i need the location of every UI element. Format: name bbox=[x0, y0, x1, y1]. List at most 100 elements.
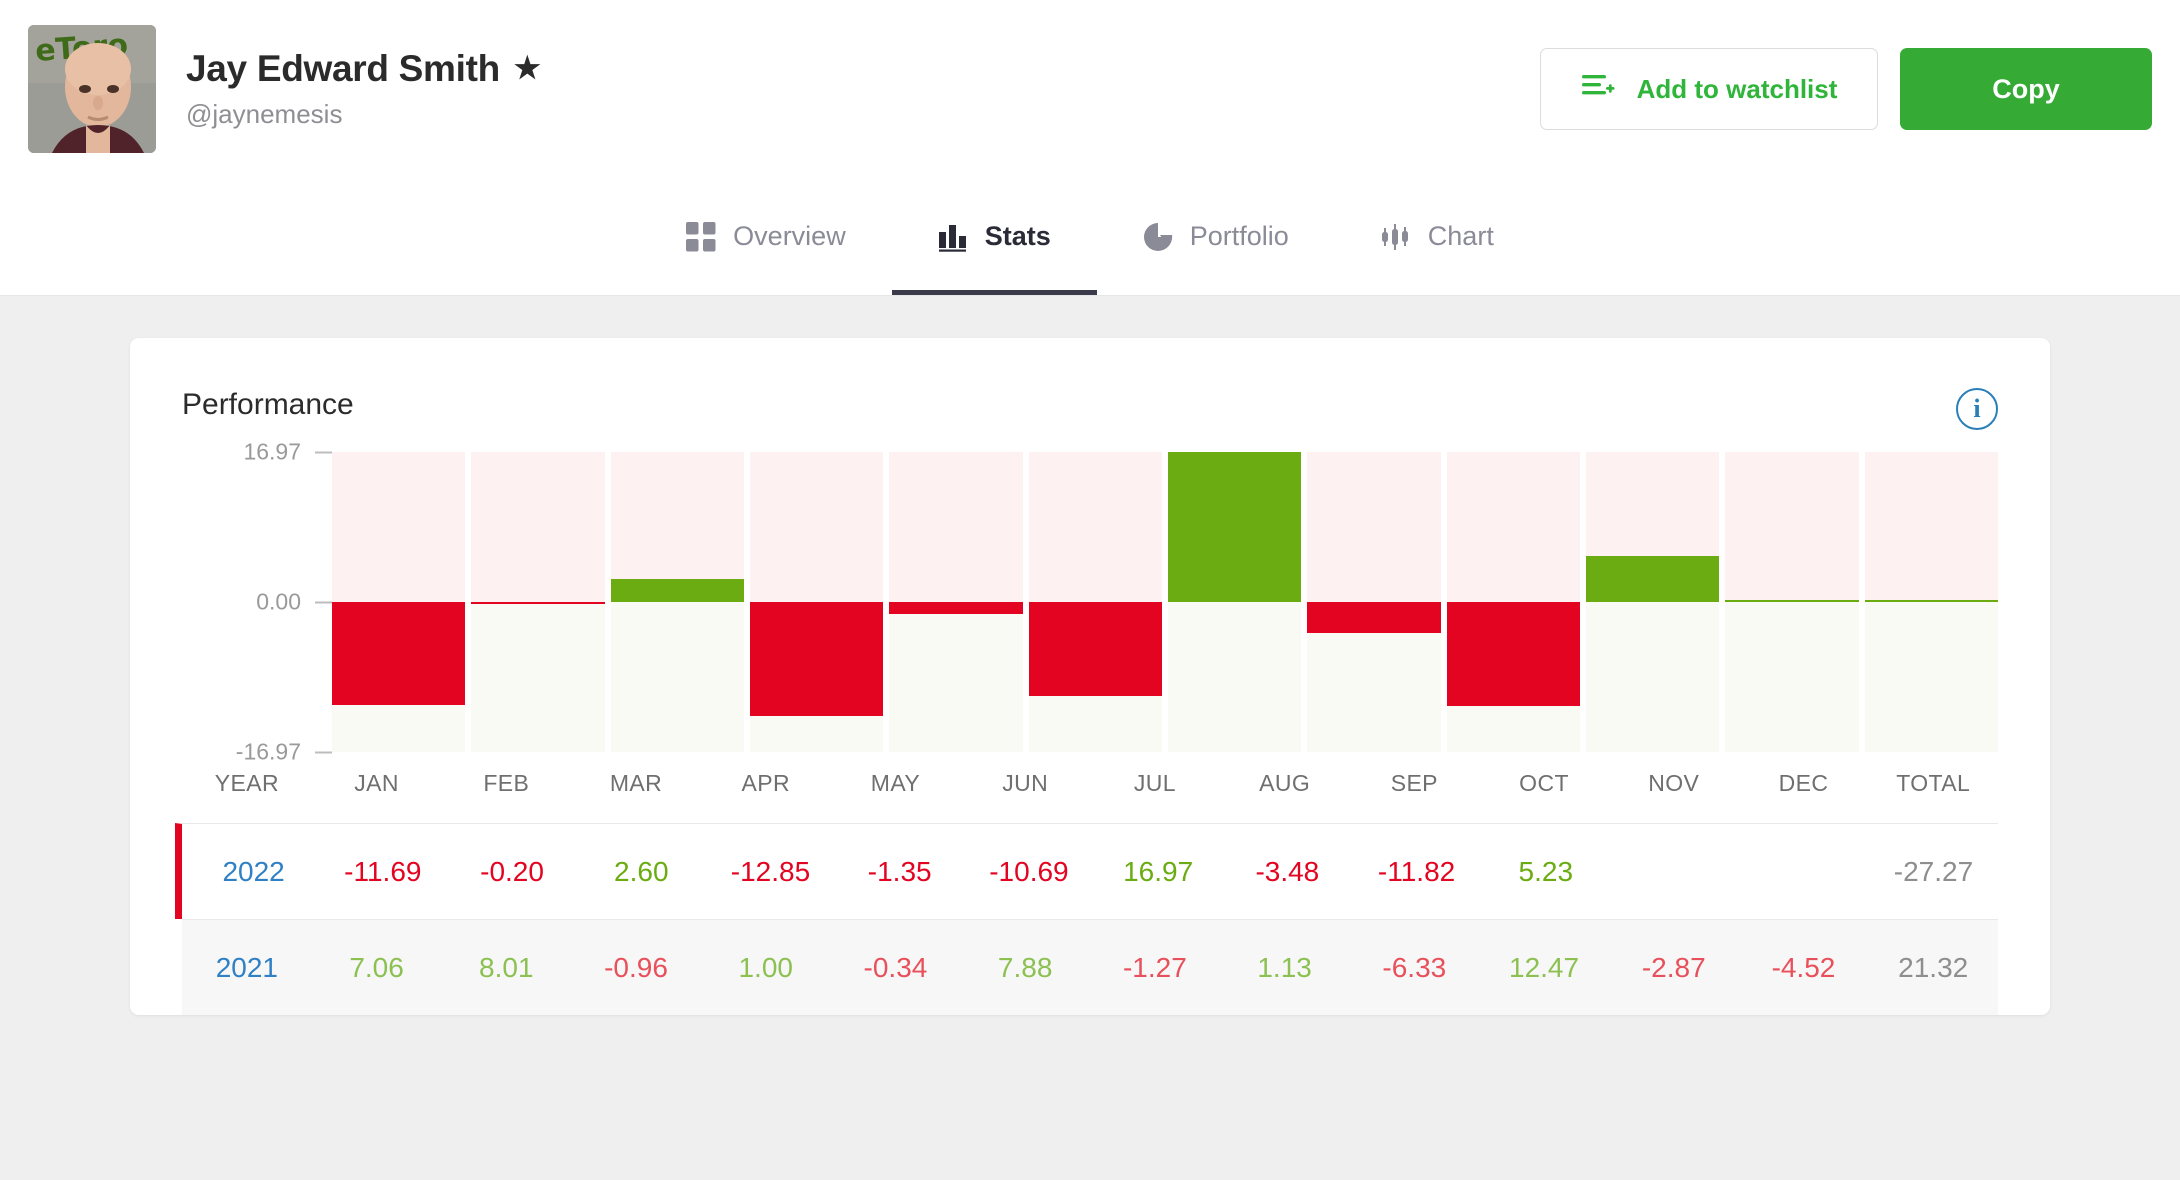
tab-chart[interactable]: Chart bbox=[1335, 178, 1540, 295]
column-header: SEP bbox=[1390, 770, 1438, 796]
add-to-watchlist-button[interactable]: Add to watchlist bbox=[1540, 48, 1878, 130]
chart-column-positive-band bbox=[1864, 452, 1998, 602]
chart-column-negative-band bbox=[1167, 602, 1302, 752]
y-axis-tick-label: -16.97 bbox=[235, 738, 301, 765]
tab-chart-label: Chart bbox=[1427, 221, 1494, 251]
performance-card-header: Performance i bbox=[130, 338, 2050, 430]
username: @jaynemesis bbox=[186, 99, 343, 130]
table-cell-month: -2.87 bbox=[1641, 951, 1706, 983]
chart-column[interactable] bbox=[1167, 452, 1302, 752]
chart-bar bbox=[332, 602, 466, 706]
chart-column-negative-band bbox=[1725, 602, 1859, 752]
table-cell-year[interactable]: 2022 bbox=[189, 856, 318, 888]
y-axis-tick: 16.97 bbox=[243, 439, 332, 466]
y-axis-tick: 0.00 bbox=[256, 589, 332, 616]
chart-bar bbox=[1446, 602, 1580, 707]
chart-column[interactable] bbox=[889, 452, 1023, 752]
chart-column-negative-band bbox=[471, 602, 605, 752]
display-name: Jay Edward Smith ★ bbox=[186, 48, 541, 91]
chart-column[interactable] bbox=[749, 452, 884, 752]
column-header: MAR bbox=[609, 770, 663, 796]
table-cell-month: -3.48 bbox=[1255, 855, 1320, 887]
table-cell-month: 2.60 bbox=[614, 855, 669, 887]
column-header: YEAR bbox=[214, 770, 279, 796]
chart-bar bbox=[1864, 600, 1998, 602]
table-cell-month: 16.97 bbox=[1123, 855, 1194, 887]
chart-column[interactable] bbox=[471, 452, 605, 752]
tab-portfolio-label: Portfolio bbox=[1189, 221, 1289, 251]
table-cell-month: -1.27 bbox=[1122, 951, 1187, 983]
column-header: DEC bbox=[1778, 770, 1829, 796]
table-cell-month: 1.13 bbox=[1257, 951, 1312, 983]
y-axis-tick-label: 0.00 bbox=[256, 588, 301, 615]
copy-button[interactable]: Copy bbox=[1900, 48, 2152, 130]
table-cell-year[interactable]: 2021 bbox=[182, 952, 312, 984]
column-header: JUL bbox=[1133, 770, 1176, 796]
chart-column[interactable] bbox=[1585, 452, 1720, 752]
table-cell-month: -6.33 bbox=[1382, 951, 1447, 983]
chart-column[interactable] bbox=[332, 452, 466, 752]
tab-overview-label: Overview bbox=[733, 221, 846, 251]
info-icon[interactable]: i bbox=[1956, 388, 1998, 430]
table-cell-month: -11.82 bbox=[1377, 855, 1456, 887]
chart-column-positive-band bbox=[749, 452, 884, 602]
table-cell-month: -4.52 bbox=[1771, 951, 1836, 983]
chart-column-negative-band bbox=[889, 602, 1023, 752]
table-cell-month: 7.06 bbox=[349, 951, 404, 983]
table-cell-month: 8.01 bbox=[479, 951, 534, 983]
chart-column[interactable] bbox=[610, 452, 744, 752]
profile-identity: Jay Edward Smith ★ @jaynemesis bbox=[186, 48, 541, 131]
avatar-image: eToro bbox=[28, 25, 156, 153]
table-cell-month: 12.47 bbox=[1509, 951, 1580, 983]
add-to-watchlist-label: Add to watchlist bbox=[1636, 73, 1838, 104]
candlestick-icon bbox=[1381, 222, 1411, 252]
column-header: TOTAL bbox=[1896, 770, 1971, 796]
y-axis-tick-dash bbox=[315, 601, 332, 603]
column-header: FEB bbox=[483, 770, 530, 796]
column-header: JAN bbox=[354, 770, 399, 796]
avatar[interactable]: eToro bbox=[28, 25, 156, 153]
chart-column-negative-band bbox=[1585, 602, 1720, 752]
performance-card: Performance i 16.97 0.00 -16.97 YEAR JAN FEB… bbox=[130, 338, 2050, 1015]
table-cell-month: -0.96 bbox=[604, 951, 668, 983]
column-header: MAY bbox=[870, 770, 921, 796]
table-cell-month: 7.88 bbox=[997, 951, 1053, 983]
chart-column-negative-band bbox=[610, 602, 744, 752]
chart-column-negative-band bbox=[1864, 602, 1998, 752]
tab-stats[interactable]: Stats bbox=[891, 178, 1097, 295]
chart-column-positive-band bbox=[332, 452, 466, 602]
pie-chart-icon bbox=[1143, 222, 1173, 252]
chart-column[interactable] bbox=[1725, 452, 1859, 752]
table-cell-month: 5.23 bbox=[1518, 855, 1574, 887]
table-cell-month: -10.69 bbox=[989, 855, 1069, 887]
grid-icon bbox=[686, 221, 716, 252]
table-cell-month: -1.35 bbox=[867, 855, 932, 887]
star-icon: ★ bbox=[513, 51, 541, 85]
chart-column-positive-band bbox=[1028, 452, 1162, 602]
column-header: NOV bbox=[1648, 770, 1700, 796]
chart-column-positive-band bbox=[1446, 452, 1580, 602]
list-plus-icon-svg bbox=[1581, 74, 1615, 94]
performance-table: 2022 -11.69 -0.20 2.60 -12.85 -1.35 -10.69 16.9… bbox=[130, 797, 2050, 1015]
table-cell-month: -11.69 bbox=[344, 855, 422, 887]
header-actions: Add to watchlist Copy bbox=[1540, 48, 2152, 130]
column-header: JUN bbox=[1002, 770, 1049, 796]
column-header: AUG bbox=[1259, 770, 1311, 796]
chart-bar bbox=[1028, 602, 1162, 697]
chart-bar bbox=[1585, 555, 1720, 602]
chart-column[interactable] bbox=[1864, 452, 1998, 752]
chart-column[interactable] bbox=[1307, 452, 1441, 752]
tab-overview[interactable]: Overview bbox=[640, 178, 892, 295]
display-name-text: Jay Edward Smith bbox=[186, 47, 500, 89]
table-row[interactable]: 2022 -11.69 -0.20 2.60 -12.85 -1.35 -10.69 16.9… bbox=[175, 823, 1998, 919]
table-cell-month: -0.34 bbox=[863, 951, 928, 983]
chart-column[interactable] bbox=[1028, 452, 1162, 752]
table-row[interactable]: 2021 7.06 8.01 -0.96 1.00 -0.34 7.88 -1.27 1.13 -… bbox=[182, 919, 1998, 1015]
tab-portfolio[interactable]: Portfolio bbox=[1097, 178, 1335, 295]
y-axis-tick-dash bbox=[315, 451, 332, 453]
column-header: APR bbox=[741, 770, 790, 796]
chart-bar bbox=[471, 602, 605, 604]
chart-bar bbox=[610, 579, 744, 602]
profile-header: eToro Jay Edward Smith ★ @jaynemesis bbox=[0, 0, 2180, 178]
chart-column[interactable] bbox=[1446, 452, 1580, 752]
